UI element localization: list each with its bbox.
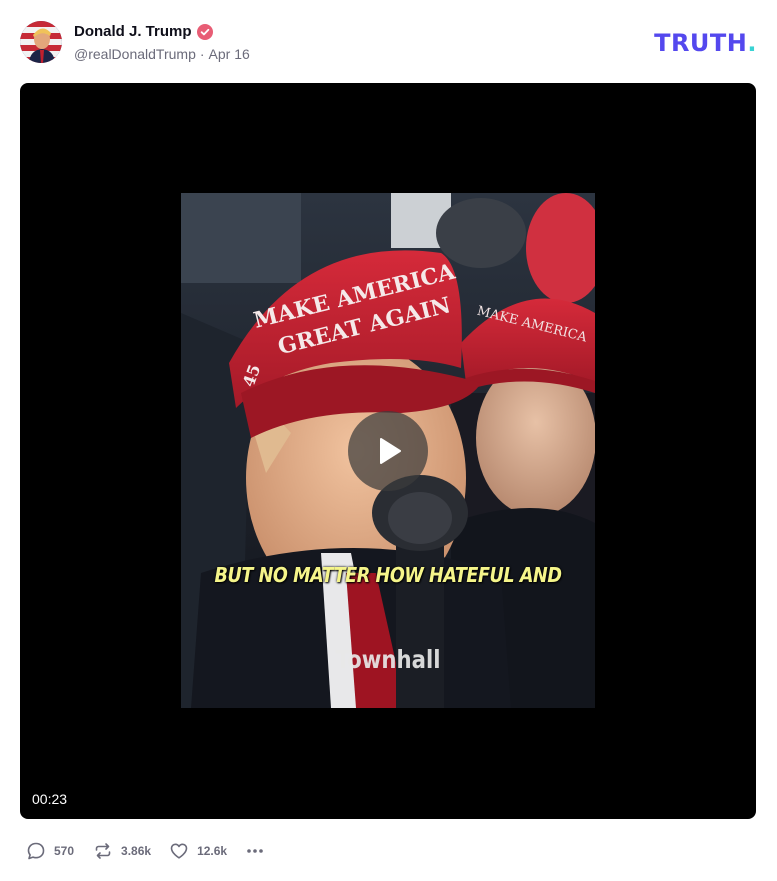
video-player[interactable]: MAKE AMERICA MAKE AMERICA GREAT AGAIN 45… — [20, 83, 756, 819]
post-date[interactable]: Apr 16 — [209, 46, 250, 62]
like-button[interactable]: 12.6k — [169, 841, 227, 861]
truth-logo[interactable]: TRUTH. — [654, 29, 757, 57]
more-options-button[interactable] — [245, 841, 265, 861]
heart-icon — [170, 843, 188, 859]
more-options-icon — [247, 849, 263, 853]
reply-icon — [27, 842, 45, 860]
play-button[interactable] — [348, 411, 428, 491]
verified-badge-icon — [196, 23, 213, 40]
author-avatar[interactable] — [20, 21, 62, 63]
video-watermark: Townhall — [335, 645, 441, 674]
repost-icon — [95, 843, 111, 859]
reply-button[interactable]: 570 — [26, 841, 74, 861]
author-handle[interactable]: @realDonaldTrump — [74, 46, 196, 62]
post-actions: 570 3.86k 12.6k — [26, 839, 265, 863]
reply-count: 570 — [54, 844, 75, 858]
repost-count: 3.86k — [121, 844, 152, 858]
meta-separator: · — [199, 46, 205, 62]
video-duration: 00:23 — [32, 791, 68, 807]
like-count: 12.6k — [197, 844, 228, 858]
post-header: Donald J. Trump @realDonaldTrump · Apr 1… — [20, 21, 757, 65]
repost-button[interactable]: 3.86k — [93, 841, 151, 861]
author-name[interactable]: Donald J. Trump — [74, 23, 192, 40]
play-icon — [380, 438, 401, 464]
video-caption: BUT NO MATTER HOW HATEFUL AND — [214, 563, 562, 587]
